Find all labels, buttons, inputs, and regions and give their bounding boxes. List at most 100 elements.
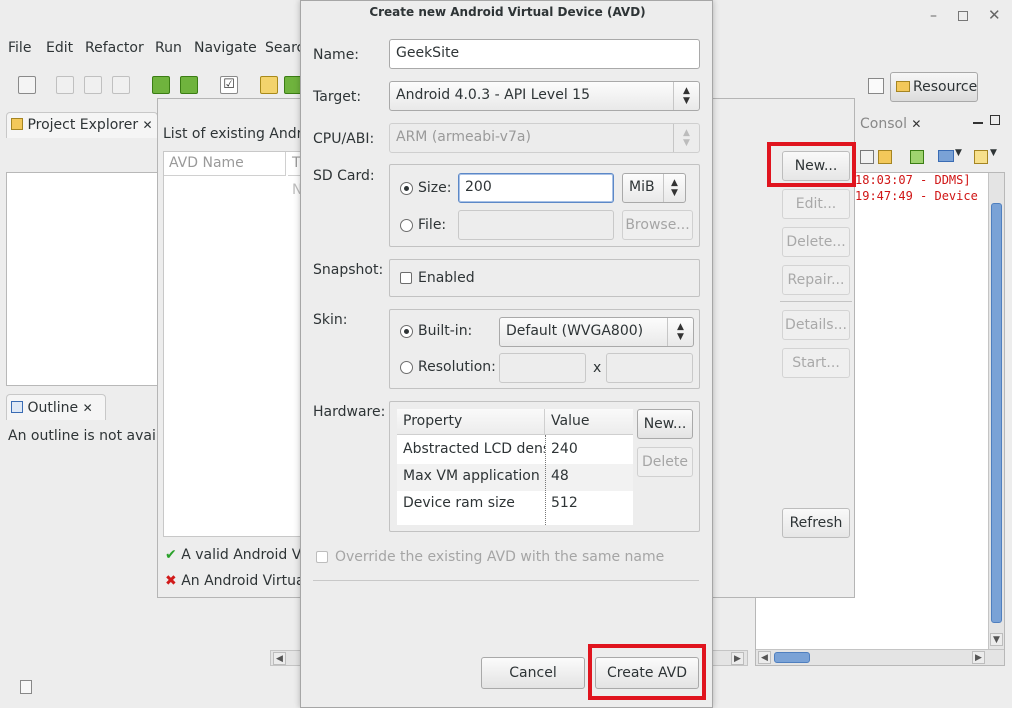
sd-size-input[interactable]: 200 [458, 173, 614, 203]
hardware-delete-button[interactable]: Delete [637, 447, 693, 477]
delete-avd-button[interactable]: Delete... [782, 227, 850, 257]
size-radio[interactable] [400, 182, 413, 195]
override-label: Override the existing AVD with the same … [335, 549, 665, 565]
scroll-left-icon[interactable]: ◀ [758, 651, 771, 664]
override-checkbox[interactable] [316, 551, 328, 563]
hw-value-cell[interactable]: 48 [545, 464, 633, 491]
display-console-icon[interactable] [938, 150, 954, 162]
new-project-icon[interactable] [260, 76, 278, 94]
value-column-header[interactable]: Value [545, 409, 633, 435]
minimize-icon[interactable]: – [930, 8, 944, 24]
target-value: Android 4.0.3 - API Level 15 [396, 87, 590, 103]
hardware-new-button[interactable]: New... [637, 409, 693, 439]
chevron-updown-icon: ▲ ▼ [667, 318, 693, 346]
refresh-button[interactable]: Refresh [782, 508, 850, 538]
outline-icon [11, 401, 23, 413]
snapshot-enabled-label: Enabled [418, 270, 475, 286]
project-explorer-tab[interactable]: Project Explorer ✕ [6, 112, 158, 138]
menu-edit[interactable]: Edit [46, 40, 73, 56]
dialog-title: Create new Android Virtual Device (AVD) [369, 5, 646, 19]
edit-avd-button[interactable]: Edit... [782, 189, 850, 219]
console-toolbar: ▼ ▼ [858, 146, 1008, 170]
console-tab[interactable]: Consol ✕ [856, 112, 936, 138]
maximize-icon[interactable] [958, 11, 968, 21]
outline-title: Outline [27, 400, 79, 416]
lock-icon[interactable] [878, 150, 892, 164]
sd-card-group: Size: 200 MiB ▲ ▼ File: Browse... [389, 164, 700, 247]
legend-invalid-text: An Android Virtua [181, 573, 305, 589]
scroll-down-icon[interactable]: ▼ [990, 633, 1003, 646]
scroll-right-icon[interactable]: ▶ [731, 652, 744, 665]
save-icon[interactable] [56, 76, 74, 94]
file-label: File: [418, 217, 447, 233]
close-icon[interactable]: ✕ [988, 6, 1001, 24]
scroll-thumb[interactable] [774, 652, 810, 663]
resolution-height-input[interactable] [606, 353, 693, 383]
close-tab-icon[interactable]: ✕ [911, 117, 921, 131]
repair-avd-button[interactable]: Repair... [782, 265, 850, 295]
scroll-left-icon[interactable]: ◀ [273, 652, 286, 665]
view-minimize-icon[interactable] [973, 122, 983, 124]
start-avd-button[interactable]: Start... [782, 348, 850, 378]
builtin-radio[interactable] [400, 325, 413, 338]
browse-button[interactable]: Browse... [622, 210, 693, 240]
avd-name-column-header[interactable]: AVD Name [164, 152, 286, 176]
hw-property-cell[interactable]: Device ram size [397, 491, 545, 518]
menu-search[interactable]: Searc [265, 40, 304, 56]
close-tab-icon[interactable]: ✕ [143, 118, 153, 132]
create-avd-highlight [588, 644, 706, 700]
cpu-abi-value: ARM (armeabi-v7a) [396, 129, 531, 145]
property-column-header[interactable]: Property [397, 409, 545, 435]
target-select[interactable]: Android 4.0.3 - API Level 15 ▲ ▼ [389, 81, 700, 111]
save-all-icon[interactable] [84, 76, 102, 94]
menu-refactor[interactable]: Refactor [85, 40, 144, 56]
open-perspective-icon[interactable] [868, 78, 884, 94]
cancel-button[interactable]: Cancel [481, 657, 585, 689]
builtin-skin-select[interactable]: Default (WVGA800) ▲ ▼ [499, 317, 694, 347]
status-bar-icon[interactable] [20, 680, 32, 694]
new-console-icon[interactable] [974, 150, 988, 164]
print-icon[interactable] [112, 76, 130, 94]
hw-value-cell[interactable]: 512 [545, 491, 633, 518]
avd-manager-icon[interactable] [180, 76, 198, 94]
details-avd-button[interactable]: Details... [782, 310, 850, 340]
console-vertical-scrollbar[interactable]: ▼ [988, 173, 1004, 649]
create-avd-dialog: Create new Android Virtual Device (AVD) … [300, 0, 713, 708]
console-horizontal-scrollbar[interactable]: ◀ ▶ [756, 649, 1004, 665]
sd-file-input[interactable] [458, 210, 614, 240]
resolution-width-input[interactable] [499, 353, 586, 383]
hw-property-cell[interactable]: Max VM application he [397, 464, 545, 491]
snapshot-checkbox[interactable] [400, 272, 412, 284]
column-divider [545, 435, 546, 525]
scroll-thumb[interactable] [991, 203, 1002, 623]
pin-console-icon[interactable] [860, 150, 874, 164]
console-line: 19:47:49 - Device [855, 189, 978, 203]
lint-check-icon[interactable]: ☑ [220, 76, 238, 94]
hw-value-cell[interactable]: 240 [545, 437, 633, 464]
menu-run[interactable]: Run [155, 40, 182, 56]
cpu-abi-select[interactable]: ARM (armeabi-v7a) ▲ ▼ [389, 123, 700, 153]
file-radio[interactable] [400, 219, 413, 232]
outline-tab[interactable]: Outline ✕ [6, 394, 106, 420]
menu-navigate[interactable]: Navigate [194, 40, 257, 56]
hw-property-cell[interactable]: Abstracted LCD densi [397, 437, 545, 464]
avd-list-label: List of existing Androi [163, 126, 315, 142]
project-explorer-title: Project Explorer [27, 117, 139, 133]
scroll-right-icon[interactable]: ▶ [972, 651, 985, 664]
resolution-radio[interactable] [400, 361, 413, 374]
dialog-separator [313, 580, 699, 581]
view-maximize-icon[interactable] [990, 115, 1000, 125]
target-label: Target: [313, 89, 362, 105]
android-sdk-icon[interactable] [152, 76, 170, 94]
chevron-down-icon[interactable]: ▼ [990, 148, 997, 158]
legend-invalid: ✖ An Android Virtua [165, 573, 305, 589]
legend-valid-text: A valid Android Vi [181, 547, 305, 563]
size-unit-select[interactable]: MiB ▲ ▼ [622, 173, 686, 203]
name-input[interactable]: GeekSite [389, 39, 700, 69]
resource-perspective-button[interactable]: Resource [890, 72, 978, 102]
open-console-icon[interactable] [910, 150, 924, 164]
close-tab-icon[interactable]: ✕ [83, 401, 93, 415]
chevron-down-icon[interactable]: ▼ [955, 148, 962, 158]
menu-file[interactable]: File [8, 40, 31, 56]
new-file-icon[interactable] [18, 76, 36, 94]
